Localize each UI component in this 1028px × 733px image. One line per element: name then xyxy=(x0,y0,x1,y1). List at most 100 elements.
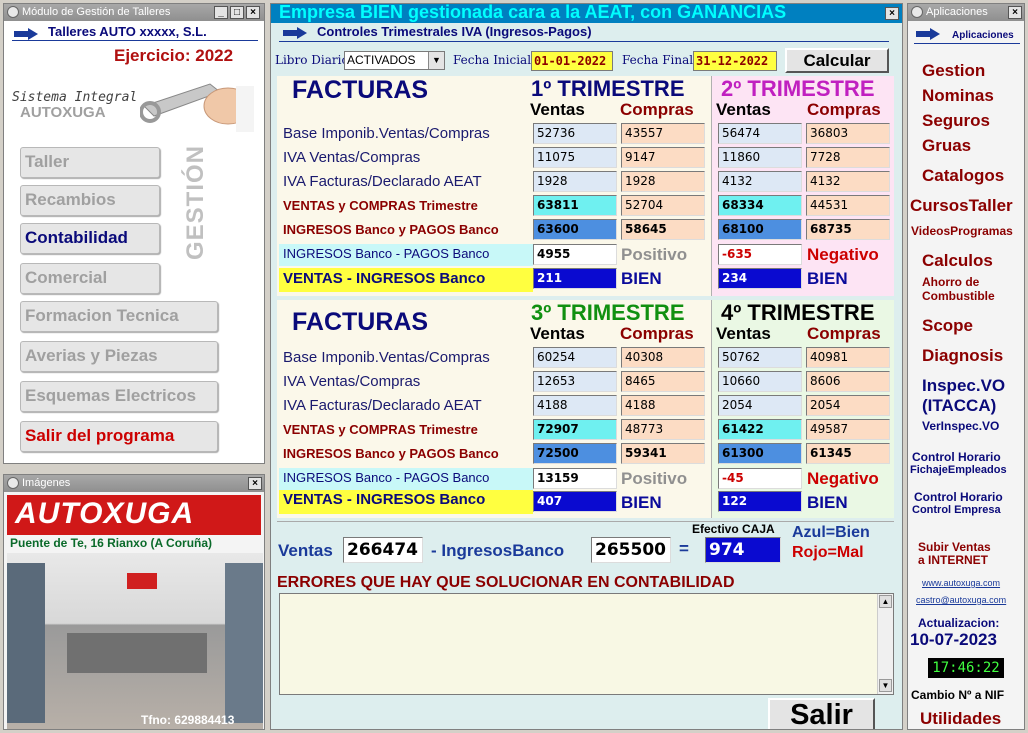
q2-ventas-trimestre[interactable]: 68334 xyxy=(718,195,802,216)
q1-compras-trimestre[interactable]: 52704 xyxy=(621,195,705,216)
totals-ingresos[interactable]: 265500 xyxy=(591,537,671,563)
q4-compras-base[interactable]: 40981 xyxy=(806,347,890,368)
app-fichaje[interactable]: FichajeEmpleados xyxy=(910,464,1007,476)
q3-ingresos-pagos[interactable]: 13159 xyxy=(533,468,617,489)
q4-ventas-iva-aeat[interactable]: 2054 xyxy=(718,395,802,416)
q3-ventas-iva[interactable]: 12653 xyxy=(533,371,617,392)
q1-ventas-iva[interactable]: 11075 xyxy=(533,147,617,168)
nav-formacion-tecnica[interactable]: Formacion Tecnica xyxy=(20,301,218,332)
calcular-button[interactable]: Calcular xyxy=(785,48,889,73)
app-verinspec-vo[interactable]: VerInspec.VO xyxy=(922,419,999,433)
q1-ventas-base[interactable]: 52736 xyxy=(533,123,617,144)
nav-taller[interactable]: Taller xyxy=(20,147,160,178)
q3-ventas-iva-aeat[interactable]: 4188 xyxy=(533,395,617,416)
q3-compras-base[interactable]: 40308 xyxy=(621,347,705,368)
q4-compras-trimestre[interactable]: 49587 xyxy=(806,419,890,440)
q3-ventas-trimestre[interactable]: 72907 xyxy=(533,419,617,440)
q4-ventas-ingresos[interactable]: 122 xyxy=(718,491,802,512)
q3-ingresos-banco[interactable]: 72500 xyxy=(533,443,617,464)
app-internet[interactable]: a INTERNET xyxy=(918,553,988,567)
q2-ventas-ingresos[interactable]: 234 xyxy=(718,268,802,289)
app-catalogos[interactable]: Catalogos xyxy=(922,166,1004,186)
scroll-up-icon[interactable]: ▲ xyxy=(879,595,892,608)
caja-value[interactable]: 974 xyxy=(705,537,781,563)
app-videos-programas[interactable]: VideosProgramas xyxy=(911,224,1013,238)
q4-ventas-iva[interactable]: 10660 xyxy=(718,371,802,392)
errors-textarea[interactable]: ▲ ▼ xyxy=(279,593,894,695)
q4-ventas-trimestre[interactable]: 61422 xyxy=(718,419,802,440)
app-calculos[interactable]: Calculos xyxy=(922,251,993,271)
q4-pagos-banco[interactable]: 61345 xyxy=(806,443,890,464)
nav-comercial[interactable]: Comercial xyxy=(20,263,160,294)
minimize-button[interactable]: _ xyxy=(214,6,228,19)
q1-pagos-banco[interactable]: 58645 xyxy=(621,219,705,240)
main-close-button[interactable]: × xyxy=(885,7,899,20)
fecha-inicial-input[interactable]: 01-01-2022 xyxy=(531,51,613,71)
q4-ingresos-banco[interactable]: 61300 xyxy=(718,443,802,464)
app-ahorro[interactable]: Ahorro de xyxy=(922,275,979,289)
salir-button[interactable]: Salir xyxy=(768,698,875,729)
app-gruas[interactable]: Gruas xyxy=(922,136,971,156)
q1-compras-iva[interactable]: 9147 xyxy=(621,147,705,168)
q2-compras-iva-aeat[interactable]: 4132 xyxy=(806,171,890,192)
q2-ventas-base[interactable]: 56474 xyxy=(718,123,802,144)
app-cursos-taller[interactable]: CursosTaller xyxy=(910,196,1013,216)
utilidades[interactable]: Utilidades xyxy=(920,709,1001,729)
errors-scrollbar[interactable]: ▲ ▼ xyxy=(877,594,893,694)
chevron-down-icon[interactable]: ▼ xyxy=(428,52,444,69)
fecha-final-input[interactable]: 31-12-2022 xyxy=(693,51,777,71)
app-control-horario-1[interactable]: Control Horario xyxy=(912,450,1001,464)
images-close-button[interactable]: × xyxy=(248,477,262,490)
q1-ventas-trimestre[interactable]: 63811 xyxy=(533,195,617,216)
app-control-empresa[interactable]: Control Empresa xyxy=(912,504,1001,516)
q2-ventas-iva-aeat[interactable]: 4132 xyxy=(718,171,802,192)
q4-ingresos-pagos[interactable]: -45 xyxy=(718,468,802,489)
q3-compras-iva-aeat[interactable]: 4188 xyxy=(621,395,705,416)
q1-ingresos-banco[interactable]: 63600 xyxy=(533,219,617,240)
q2-pagos-banco[interactable]: 68735 xyxy=(806,219,890,240)
apps-close-button[interactable]: × xyxy=(1008,6,1022,19)
q4-compras-iva-aeat[interactable]: 2054 xyxy=(806,395,890,416)
app-diagnosis[interactable]: Diagnosis xyxy=(922,346,1003,366)
app-gestion[interactable]: Gestion xyxy=(922,61,985,81)
q3-compras-iva[interactable]: 8465 xyxy=(621,371,705,392)
app-inspec-vo[interactable]: Inspec.VO xyxy=(922,376,1005,396)
nav-esquemas-electricos[interactable]: Esquemas Electricos xyxy=(20,381,218,412)
app-scope[interactable]: Scope xyxy=(922,316,973,336)
q2-compras-trimestre[interactable]: 44531 xyxy=(806,195,890,216)
cambio-nif[interactable]: Cambio Nº a NIF xyxy=(911,688,1004,702)
q2-compras-base[interactable]: 36803 xyxy=(806,123,890,144)
q2-compras-iva[interactable]: 7728 xyxy=(806,147,890,168)
totals-ventas[interactable]: 266474 xyxy=(343,537,423,563)
app-nominas[interactable]: Nominas xyxy=(922,86,994,106)
app-control-horario-2[interactable]: Control Horario xyxy=(914,490,1003,504)
q4-compras-iva[interactable]: 8606 xyxy=(806,371,890,392)
q1-compras-base[interactable]: 43557 xyxy=(621,123,705,144)
scroll-down-icon[interactable]: ▼ xyxy=(879,679,892,692)
web-link[interactable]: www.autoxuga.com xyxy=(922,578,1000,588)
app-subir-ventas[interactable]: Subir Ventas xyxy=(918,540,991,554)
q3-pagos-banco[interactable]: 59341 xyxy=(621,443,705,464)
app-itacca[interactable]: (ITACCA) xyxy=(922,396,996,416)
nav-contabilidad[interactable]: Contabilidad xyxy=(20,223,160,254)
maximize-button[interactable]: □ xyxy=(230,6,244,19)
q1-compras-iva-aeat[interactable]: 1928 xyxy=(621,171,705,192)
q2-ingresos-banco[interactable]: 68100 xyxy=(718,219,802,240)
q1-ingresos-pagos[interactable]: 4955 xyxy=(533,244,617,265)
q3-ventas-ingresos[interactable]: 407 xyxy=(533,491,617,512)
nav-salir-programa[interactable]: Salir del programa xyxy=(20,421,218,452)
q1-ventas-ingresos[interactable]: 211 xyxy=(533,268,617,289)
nav-averias-piezas[interactable]: Averias y Piezas xyxy=(20,341,218,372)
q4-ventas-base[interactable]: 50762 xyxy=(718,347,802,368)
q2-ingresos-pagos[interactable]: -635 xyxy=(718,244,802,265)
app-combustible[interactable]: Combustible xyxy=(922,289,995,303)
q1-ventas-iva-aeat[interactable]: 1928 xyxy=(533,171,617,192)
close-button[interactable]: × xyxy=(246,6,260,19)
email-link[interactable]: castro@autoxuga.com xyxy=(916,595,1006,605)
nav-recambios[interactable]: Recambios xyxy=(20,185,160,216)
q2-ventas-iva[interactable]: 11860 xyxy=(718,147,802,168)
libro-select[interactable]: ACTIVADOS ▼ xyxy=(344,51,445,70)
app-seguros[interactable]: Seguros xyxy=(922,111,990,131)
q3-ventas-base[interactable]: 60254 xyxy=(533,347,617,368)
q3-compras-trimestre[interactable]: 48773 xyxy=(621,419,705,440)
